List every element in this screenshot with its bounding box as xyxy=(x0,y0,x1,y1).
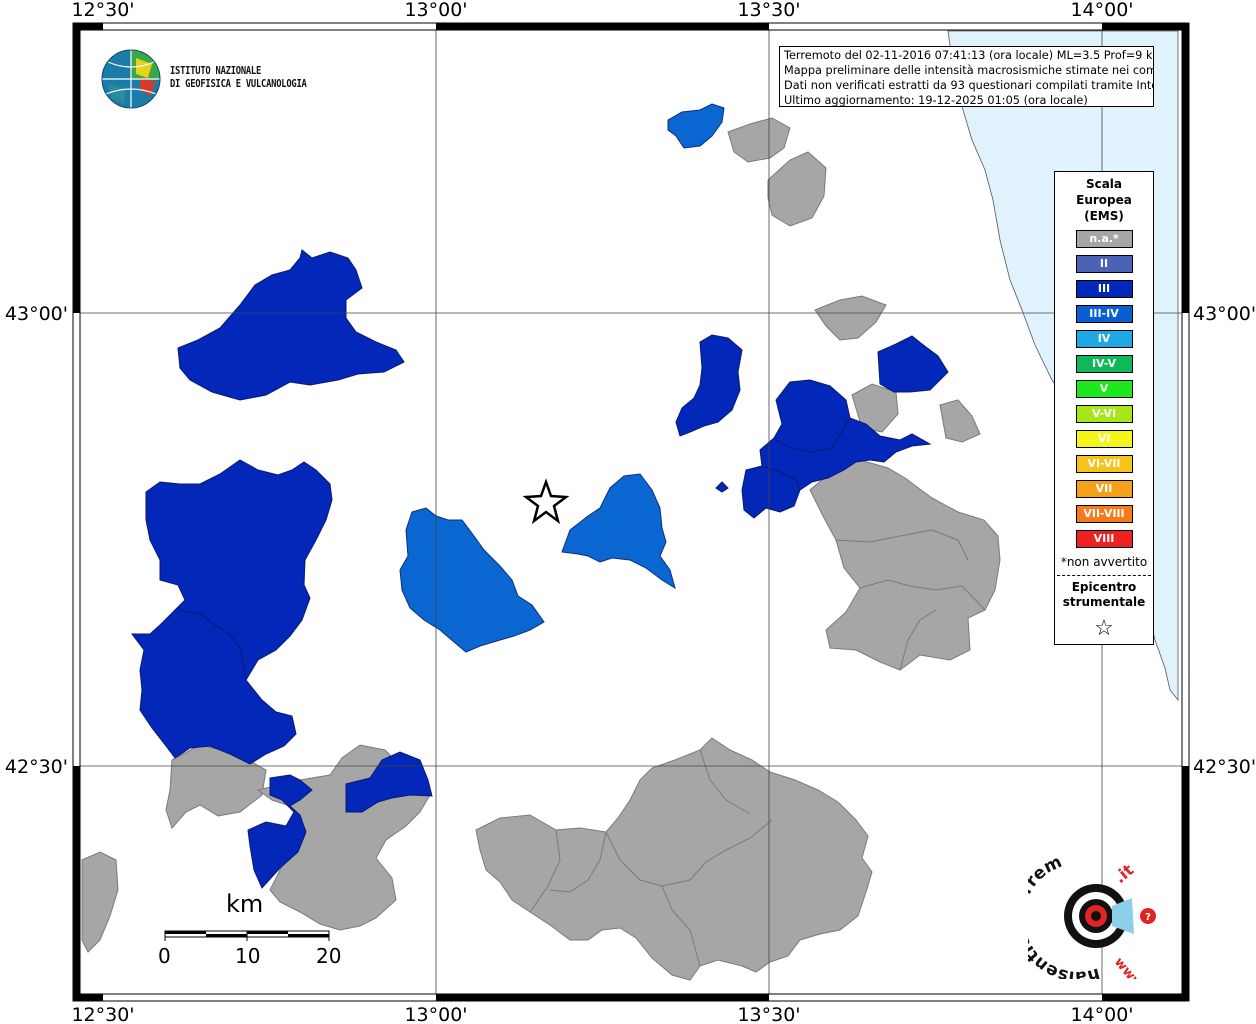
legend-swatch: IV xyxy=(1075,330,1133,348)
top-label-4: 14°00' xyxy=(1070,0,1133,21)
hs-logo-www-text: www. xyxy=(1111,955,1148,979)
top-label-3: 13°30' xyxy=(737,0,800,21)
ingv-name: ISTITUTO NAZIONALE DI GEOFISICA E VULCAN… xyxy=(170,64,307,90)
legend-swatch: VI-VII xyxy=(1075,455,1133,473)
legend-swatch: III xyxy=(1075,280,1133,298)
earthquake-info-box: Terremoto del 02-11-2016 07:41:13 (ora l… xyxy=(779,46,1154,107)
top-label-1: 12°30' xyxy=(71,0,134,21)
legend-swatch: V-VI xyxy=(1075,405,1133,423)
hs-logo-it-text: .it xyxy=(1110,860,1137,887)
left-label-2: 42°30' xyxy=(5,756,68,778)
legend-title: Scala Europea (EMS) xyxy=(1055,176,1153,224)
ingv-name-line2: DI GEOFISICA E VULCANOLOGIA xyxy=(170,77,307,90)
legend-title-line2: Europea xyxy=(1076,193,1132,207)
right-label-2: 42°30' xyxy=(1193,756,1256,778)
ingv-globe-icon xyxy=(101,49,161,109)
legend-epicentre-line2: strumentale xyxy=(1062,595,1146,609)
legend-swatch: VII xyxy=(1075,480,1133,498)
legend-divider xyxy=(1057,575,1151,576)
legend-title-line1: Scala xyxy=(1085,177,1123,191)
scale-tick-20: 20 xyxy=(316,944,342,968)
legend-swatches: n.a.* II III III-IV IV IV-V V V-VI VI VI-VII VII VI… xyxy=(1055,230,1153,548)
legend-swatch: V xyxy=(1075,380,1133,398)
legend-swatch: VI xyxy=(1075,430,1133,448)
legend-swatch: VII-VIII xyxy=(1075,505,1133,523)
info-line-4: Ultimo aggiornamento: 19-12-2025 01:05 (… xyxy=(784,94,1088,107)
legend-swatch: III-IV xyxy=(1075,305,1133,323)
info-line-1: Terremoto del 02-11-2016 07:41:13 (ora l… xyxy=(784,49,1154,62)
ingv-name-line1: ISTITUTO NAZIONALE xyxy=(170,64,262,77)
legend-star-icon: ☆ xyxy=(1094,615,1114,640)
svg-text:?: ? xyxy=(1145,912,1151,923)
legend-epicentre-title: Epicentro strumentale xyxy=(1055,580,1153,610)
info-line-2: Mappa preliminare delle intensità macros… xyxy=(784,64,1154,77)
top-label-2: 13°00' xyxy=(404,0,467,21)
legend-swatch: VIII xyxy=(1075,530,1133,548)
legend-swatch: II xyxy=(1075,255,1133,273)
bottom-label-2: 13°00' xyxy=(404,1004,467,1024)
bottom-label-1: 12°30' xyxy=(71,1004,134,1024)
legend-non-avvertito: *non avvertito xyxy=(1060,555,1148,569)
info-line-3: Dati non verificati estratti da 93 quest… xyxy=(784,79,1154,92)
legend-swatch: n.a.* xyxy=(1075,230,1133,248)
right-label-1: 43°00' xyxy=(1193,303,1256,325)
scale-tick-0: 0 xyxy=(158,944,171,968)
legend-epicentre-line1: Epicentro xyxy=(1071,580,1137,594)
bottom-label-3: 13°30' xyxy=(737,1004,800,1024)
haisentito-target-icon: ? haisentitoilterremoto .it www. xyxy=(1009,829,1156,995)
bottom-label-4: 14°00' xyxy=(1070,1004,1133,1024)
scale-unit: km xyxy=(226,890,264,918)
ingv-logo: ISTITUTO NAZIONALE DI GEOFISICA E VULCAN… xyxy=(100,46,320,112)
left-label-1: 43°00' xyxy=(5,303,68,325)
legend-swatch: IV-V xyxy=(1075,355,1133,373)
ems-legend: Scala Europea (EMS) n.a.* II III III-IV IV IV… xyxy=(1054,171,1154,645)
scale-tick-10: 10 xyxy=(235,944,261,968)
haisentito-logo: ? haisentitoilterremoto .it www. xyxy=(1009,829,1168,995)
legend-title-line3: (EMS) xyxy=(1084,209,1124,223)
